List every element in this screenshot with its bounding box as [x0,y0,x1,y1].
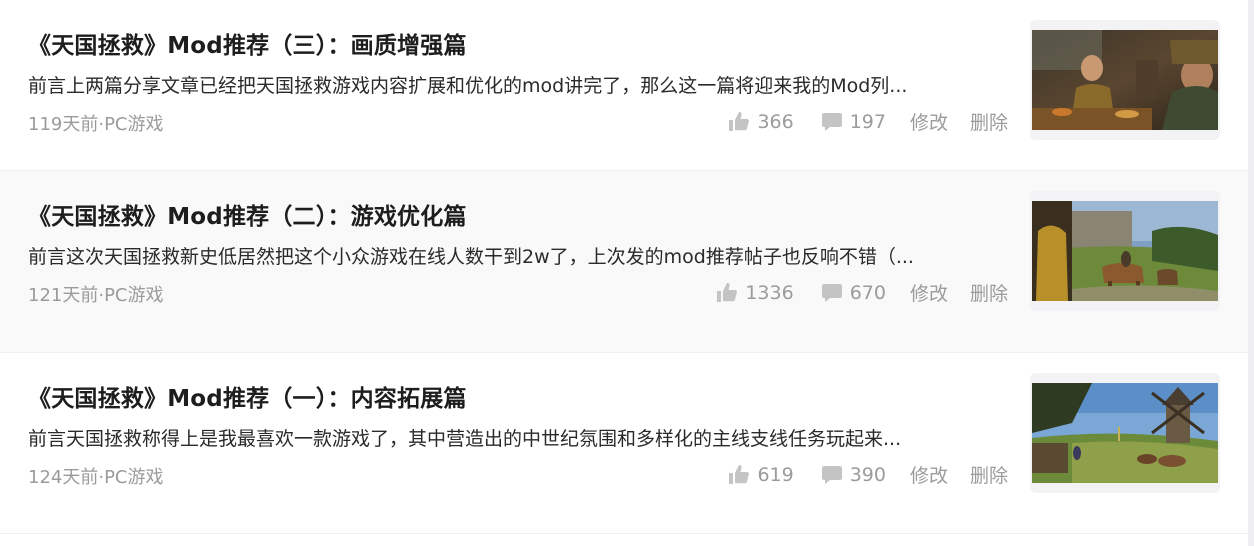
edit-link[interactable]: 修改 [910,279,948,306]
like-button[interactable]: 1336 [717,281,794,304]
edit-link[interactable]: 修改 [910,108,948,135]
post-title[interactable]: 《天国拯救》Mod推荐（二）：游戏优化篇 [28,197,467,231]
scrollbar[interactable] [1248,0,1254,546]
comment-count: 670 [849,281,886,304]
post-item[interactable]: 《天国拯救》Mod推荐（二）：游戏优化篇 前言这次天国拯救新史低居然把这个小众游… [0,171,1248,352]
post-excerpt[interactable]: 前言这次天国拯救新史低居然把这个小众游戏在线人数干到2w了，上次发的mod推荐帖… [28,242,993,269]
post-meta: 119天前·PC游戏 [28,114,164,135]
post-item[interactable]: 《天国拯救》Mod推荐（三）：画质增强篇 前言上两篇分享文章已经把天国拯救游戏内… [0,0,1248,181]
like-count: 366 [757,110,794,133]
comment-icon [821,465,842,484]
post-actions: 366 197 修改 删除 [729,108,1008,135]
thumbs-up-icon [729,465,750,484]
comment-count: 390 [849,463,886,486]
comment-icon [821,112,842,131]
thumbnail-image [1032,30,1218,130]
thumbs-up-icon [729,112,750,131]
edit-link[interactable]: 修改 [910,461,948,488]
delete-link[interactable]: 删除 [970,461,1008,488]
thumbs-up-icon [717,283,738,302]
comment-button[interactable]: 390 [821,463,886,486]
post-item[interactable]: 《天国拯救》Mod推荐（一）：内容拓展篇 前言天国拯救称得上是我最喜欢一款游戏了… [0,353,1248,534]
post-thumbnail[interactable] [1030,373,1220,493]
post-actions: 1336 670 修改 删除 [717,279,1008,306]
delete-link[interactable]: 删除 [970,108,1008,135]
divider [0,533,1248,534]
comment-button[interactable]: 197 [821,110,886,133]
post-title[interactable]: 《天国拯救》Mod推荐（三）：画质增强篇 [28,26,467,60]
post-title[interactable]: 《天国拯救》Mod推荐（一）：内容拓展篇 [28,379,467,413]
like-count: 619 [757,463,794,486]
like-button[interactable]: 366 [729,110,794,133]
post-actions: 619 390 修改 删除 [729,461,1008,488]
thumbnail-image [1032,383,1218,483]
like-button[interactable]: 619 [729,463,794,486]
post-list: 《天国拯救》Mod推荐（三）：画质增强篇 前言上两篇分享文章已经把天国拯救游戏内… [0,0,1254,546]
comment-button[interactable]: 670 [821,281,886,304]
post-thumbnail[interactable] [1030,191,1220,311]
comment-icon [821,283,842,302]
post-meta: 121天前·PC游戏 [28,285,164,306]
thumbnail-image [1032,201,1218,301]
comment-count: 197 [849,110,886,133]
post-excerpt[interactable]: 前言天国拯救称得上是我最喜欢一款游戏了，其中营造出的中世纪氛围和多样化的主线支线… [28,424,993,451]
post-thumbnail[interactable] [1030,20,1220,140]
like-count: 1336 [745,281,794,304]
delete-link[interactable]: 删除 [970,279,1008,306]
post-excerpt[interactable]: 前言上两篇分享文章已经把天国拯救游戏内容扩展和优化的mod讲完了，那么这一篇将迎… [28,71,993,98]
post-meta: 124天前·PC游戏 [28,467,164,488]
